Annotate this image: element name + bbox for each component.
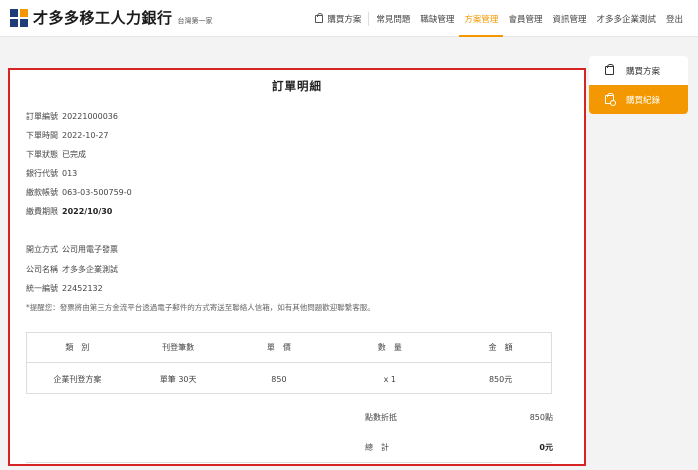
order-date-row: 下單時間 2022-10-27	[26, 131, 109, 140]
bank-code-row: 銀行代號 013	[26, 169, 78, 178]
order-number-row: 訂單編號 20221000036	[26, 112, 118, 121]
invoice-notice: *提醒您：發票將由第三方金流平台透過電子郵件的方式寄送至聯絡人信箱，如有其他問題…	[26, 303, 375, 312]
main-nav: 購買方案 常見問題 職缺管理 方案管理 會員管理 資訊管理 才多多企業測試 登出	[310, 0, 688, 37]
sidebar-item-purchase-history[interactable]: 購買紀錄	[589, 85, 688, 114]
nav-job-management[interactable]: 職缺管理	[415, 0, 459, 37]
table-cell: 單筆 30天	[159, 374, 197, 384]
table-row: 企業刊登方案 單筆 30天 850 x 1 850元	[27, 364, 551, 394]
column-header: 類 別	[65, 343, 90, 352]
sidebar-item-buy-plan[interactable]: 購買方案	[589, 56, 688, 85]
payment-account-row: 繳款帳號 063-03-500759-0	[26, 188, 132, 197]
sidebar-item-label: 購買方案	[626, 66, 661, 77]
points-discount-value: 850點	[529, 413, 553, 422]
nav-faq[interactable]: 常見問題	[371, 0, 415, 37]
nav-member-management[interactable]: 會員管理	[503, 0, 547, 37]
payment-deadline: 2022/10/30	[62, 207, 113, 216]
shopping-bag-icon	[605, 64, 614, 75]
nav-info-management[interactable]: 資訊管理	[547, 0, 591, 37]
divider	[26, 462, 552, 463]
nav-divider	[368, 11, 370, 26]
total-row: 總 計 0元	[365, 442, 553, 453]
order-status: 已完成	[62, 150, 86, 159]
nav-plan-management[interactable]: 方案管理	[459, 0, 504, 37]
table-cell: x 1	[383, 374, 396, 384]
table-cell: 企業刊登方案	[53, 374, 102, 384]
invoice-method: 公司用電子發票	[62, 245, 118, 254]
top-header: 才多多移工人力銀行 台灣第一家 購買方案 常見問題 職缺管理 方案管理 會員管理…	[0, 0, 698, 37]
brand-tagline: 台灣第一家	[177, 16, 213, 25]
payment-deadline-row: 繳費期限 2022/10/30	[26, 207, 113, 216]
tax-id: 22452132	[62, 284, 103, 293]
total-label: 總 計	[365, 443, 389, 452]
page-title: 訂單明細	[272, 79, 322, 93]
column-header: 金 額	[488, 343, 513, 352]
invoice-method-row: 開立方式 公司用電子發票	[26, 245, 118, 254]
payment-account: 063-03-500759-0	[62, 188, 132, 197]
tax-id-row: 統一編號 22452132	[26, 284, 103, 293]
total-value: 0元	[539, 443, 553, 452]
points-discount-row: 點數折抵 850點	[365, 412, 553, 423]
bank-code: 013	[62, 169, 78, 178]
brand-name: 才多多移工人力銀行	[33, 9, 173, 27]
column-header: 刊登筆數	[162, 343, 195, 352]
table-cell: 850元	[488, 374, 513, 384]
logo-icon	[10, 8, 28, 27]
order-date: 2022-10-27	[62, 131, 109, 140]
shopping-bag-icon	[315, 12, 324, 23]
table-cell: 850	[271, 374, 287, 384]
nav-logout[interactable]: 登出	[661, 0, 688, 37]
points-discount-label: 點數折抵	[365, 413, 397, 422]
nav-account-name[interactable]: 才多多企業測試	[591, 0, 661, 37]
company-name: 才多多企業測試	[62, 265, 118, 274]
side-menu: 購買方案 購買紀錄	[589, 56, 688, 114]
sidebar-item-label: 購買紀錄	[626, 95, 661, 106]
order-detail-card: 訂單明細 訂單編號 20221000036 下單時間 2022-10-27 下單狀態…	[8, 68, 586, 466]
brand-logo[interactable]: 才多多移工人力銀行 台灣第一家	[10, 7, 213, 28]
company-name-row: 公司名稱 才多多企業測試	[26, 265, 118, 274]
order-items-table: 類 別 刊登筆數 單 價 數 量 金 額 企業刊登方案 單筆 30天 850 x…	[26, 332, 552, 394]
order-status-row: 下單狀態 已完成	[26, 150, 86, 159]
column-header: 數 量	[377, 343, 402, 352]
table-header-row: 類 別 刊登筆數 單 價 數 量 金 額	[27, 333, 551, 363]
nav-buy-plan[interactable]: 購買方案	[310, 0, 366, 37]
nav-buy-plan-label: 購買方案	[327, 14, 362, 25]
purchase-history-icon	[605, 93, 616, 106]
column-header: 單 價	[266, 343, 291, 352]
order-number: 20221000036	[62, 112, 118, 121]
